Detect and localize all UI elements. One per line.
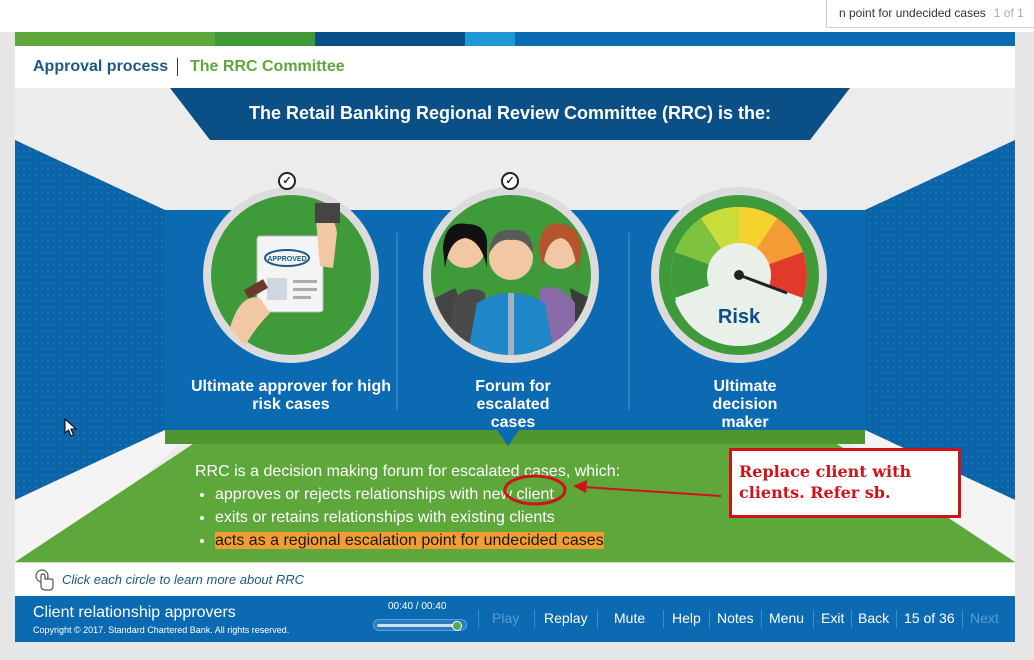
visited-check-icon: ✓ xyxy=(278,172,296,190)
nav-separator xyxy=(597,610,598,628)
breadcrumb: Approval process The RRC Committee xyxy=(15,46,1015,88)
play-button[interactable]: Play xyxy=(492,610,519,626)
player-footer: Client relationship approvers Copyright … xyxy=(15,596,1015,642)
approver-circle[interactable]: APPROVED xyxy=(203,187,379,363)
rrc-summary: RRC is a decision making forum for escal… xyxy=(195,460,620,552)
instruction-text: Click each circle to learn more about RR… xyxy=(62,572,305,587)
nav-separator xyxy=(962,610,963,628)
mute-button[interactable]: Mute xyxy=(614,610,645,626)
role-label-decision-maker: Ultimate decision maker xyxy=(712,378,778,431)
back-button[interactable]: Back xyxy=(858,610,889,626)
top-stripe-green xyxy=(15,32,215,46)
find-query: n point for undecided cases xyxy=(839,6,986,20)
find-match-count: 1 of 1 xyxy=(993,6,1024,20)
instruction-row: Click each circle to learn more about RR… xyxy=(15,562,1015,596)
nav-separator xyxy=(534,610,535,628)
svg-text:APPROVED: APPROVED xyxy=(267,256,306,263)
replay-button[interactable]: Replay xyxy=(544,610,588,626)
summary-intro: RRC is a decision making forum for escal… xyxy=(195,463,621,480)
notes-button[interactable]: Notes xyxy=(717,610,754,626)
nav-separator xyxy=(709,610,710,628)
top-stripe-navy xyxy=(315,32,465,46)
nav-separator xyxy=(813,610,814,628)
help-button[interactable]: Help xyxy=(672,610,701,626)
review-comment-box: Replace client with clients. Refer sb. xyxy=(729,448,961,518)
nav-separator xyxy=(478,610,479,628)
mouse-cursor-icon xyxy=(64,418,78,437)
slide-title: The Retail Banking Regional Review Commi… xyxy=(248,103,772,123)
page-indicator: 15 of 36 xyxy=(904,610,955,626)
top-stripe-blue xyxy=(515,32,1015,46)
search-highlight: acts as a regional escalation point for … xyxy=(215,532,604,549)
next-button[interactable]: Next xyxy=(970,610,999,626)
exit-button[interactable]: Exit xyxy=(821,610,844,626)
summary-bullet: exits or retains relationships with exis… xyxy=(215,506,620,529)
role-label-forum: Forum for escalated cases xyxy=(475,378,551,431)
nav-separator xyxy=(896,610,897,628)
find-bar: n point for undecided cases 1 of 1 xyxy=(0,0,1034,32)
summary-bullet: acts as a regional escalation point for … xyxy=(215,529,620,552)
role-label-approver: Ultimate approver for high risk cases xyxy=(190,378,392,413)
top-stripe-cyan xyxy=(465,32,515,46)
breadcrumb-separator xyxy=(177,58,178,76)
breadcrumb-page: The RRC Committee xyxy=(190,58,345,75)
nav-separator xyxy=(851,610,852,628)
menu-button[interactable]: Menu xyxy=(769,610,804,626)
progress-fill xyxy=(377,624,461,627)
breadcrumb-section[interactable]: Approval process xyxy=(33,58,168,76)
slide-stage: APPROVED The Retail Banking Regional Rev… xyxy=(15,88,1015,562)
nav-separator xyxy=(761,610,762,628)
visited-check-icon: ✓ xyxy=(501,172,519,190)
nav-separator xyxy=(663,610,664,628)
top-stripe-green-dark xyxy=(215,32,315,46)
touch-hand-icon xyxy=(35,569,54,591)
risk-gauge-label: Risk xyxy=(717,306,761,328)
audio-progress-slider[interactable] xyxy=(373,619,467,631)
course-frame: Approval process The RRC Committee APPRO… xyxy=(15,32,1015,642)
find-input[interactable]: n point for undecided cases 1 of 1 xyxy=(826,0,1034,28)
copyright-text: Copyright © 2017. Standard Chartered Ban… xyxy=(33,625,290,635)
time-readout: 00:40 / 00:40 xyxy=(388,601,447,612)
course-title: Client relationship approvers xyxy=(33,604,236,621)
summary-bullet: approves or rejects relationships with n… xyxy=(215,483,620,506)
summary-bullet-list: approves or rejects relationships with n… xyxy=(215,483,620,552)
decision-maker-circle[interactable] xyxy=(651,187,827,363)
progress-knob[interactable] xyxy=(452,621,462,631)
